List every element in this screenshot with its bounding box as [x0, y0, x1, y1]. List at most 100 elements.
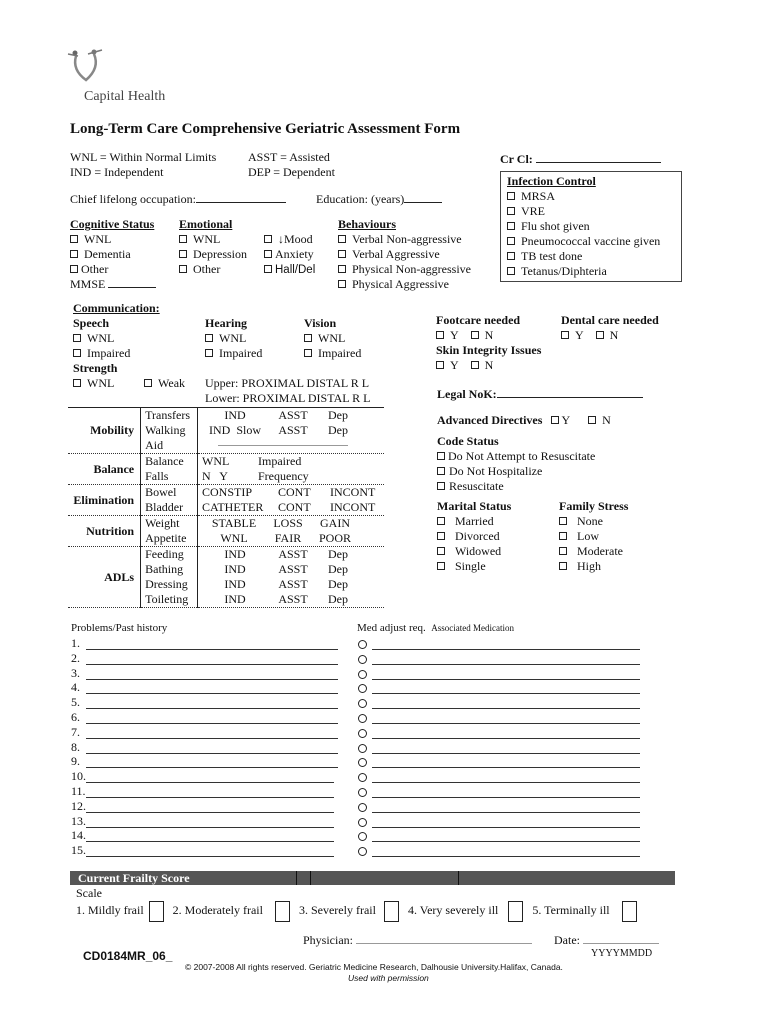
medication-line[interactable]	[372, 726, 640, 739]
checkbox-icon[interactable]	[507, 222, 515, 230]
infection-item[interactable]: Flu shot given	[507, 219, 675, 234]
assessment-option[interactable]: Dep	[318, 577, 358, 592]
problem-line[interactable]	[86, 711, 338, 724]
assessment-options[interactable]: WNL Impaired	[198, 454, 385, 470]
medication-line[interactable]	[372, 711, 640, 724]
assessment-option[interactable]: Dep	[318, 408, 358, 423]
checkbox-icon[interactable]	[70, 235, 78, 243]
checkbox-icon[interactable]	[205, 349, 213, 357]
med-adjust-radio-icon[interactable]	[358, 788, 367, 797]
problem-line[interactable]	[86, 755, 338, 769]
family-stress-item[interactable]: High	[559, 559, 628, 574]
assessment-option[interactable]: WNL	[202, 454, 258, 469]
checkbox-icon[interactable]	[70, 250, 78, 258]
hearing-item[interactable]: WNL	[205, 331, 262, 346]
frailty-checkbox[interactable]	[508, 901, 524, 922]
hearing-item[interactable]: Impaired	[205, 346, 262, 361]
behaviour-item[interactable]: Verbal Non-aggressive	[338, 232, 471, 247]
assessment-options[interactable]: N Y Frequency	[198, 469, 385, 485]
frailty-checkbox[interactable]	[621, 901, 637, 922]
marital-item[interactable]: Widowed	[437, 544, 511, 559]
med-adjust-radio-icon[interactable]	[358, 699, 367, 709]
cognitive-item[interactable]: WNL	[70, 232, 156, 247]
marital-item[interactable]: Single	[437, 559, 511, 574]
assessment-options[interactable]: IND ASST Dep	[198, 577, 385, 592]
assessment-option[interactable]: WNL	[202, 531, 266, 546]
assessment-option[interactable]: Dep	[318, 423, 358, 438]
behaviour-item[interactable]: Verbal Aggressive	[338, 247, 471, 262]
problem-line[interactable]	[86, 785, 334, 798]
checkbox-icon[interactable]	[507, 192, 515, 200]
assessment-option[interactable]: CONT	[278, 485, 330, 500]
assessment-option[interactable]: Dep	[318, 592, 358, 607]
med-adjust-radio-icon[interactable]	[358, 728, 367, 738]
frailty-checkbox[interactable]	[274, 901, 290, 922]
checkbox-icon[interactable]	[264, 235, 272, 243]
assessment-option[interactable]: ASST	[268, 592, 318, 607]
checkbox-icon[interactable]	[304, 349, 312, 357]
problem-line[interactable]	[86, 667, 338, 680]
vision-item[interactable]: Impaired	[304, 346, 361, 361]
checkbox-icon[interactable]	[437, 547, 445, 555]
frailty-option[interactable]: 4. Very severely ill	[408, 901, 529, 922]
frailty-option[interactable]: 3. Severely frail	[299, 901, 405, 922]
checkbox-icon[interactable]	[588, 416, 597, 424]
assessment-option[interactable]: Dep	[318, 562, 358, 577]
medication-line[interactable]	[372, 770, 640, 784]
checkbox-icon[interactable]	[338, 265, 346, 273]
med-adjust-radio-icon[interactable]	[358, 640, 367, 649]
assessment-option[interactable]: CONSTIP	[202, 485, 278, 500]
strength-item[interactable]: Weak	[144, 376, 185, 391]
checkbox-icon[interactable]	[437, 482, 445, 490]
checkbox-icon[interactable]	[470, 361, 479, 369]
assessment-options[interactable]: IND ASST Dep	[198, 562, 385, 577]
problem-line[interactable]	[86, 844, 334, 858]
strength-item[interactable]: WNL	[73, 376, 130, 391]
frailty-checkbox[interactable]	[148, 901, 164, 922]
checkbox-icon[interactable]	[179, 235, 187, 243]
checkbox-icon[interactable]	[507, 207, 515, 215]
assessment-option[interactable]: ASST	[268, 423, 318, 438]
behaviour-item[interactable]: Physical Non-aggressive	[338, 262, 471, 277]
med-adjust-radio-icon[interactable]	[358, 669, 367, 679]
checkbox-icon[interactable]	[507, 267, 515, 275]
assessment-options[interactable]: STABLE LOSS GAIN	[198, 516, 385, 532]
assessment-option[interactable]: N Y	[202, 469, 258, 484]
family-stress-item[interactable]: Low	[559, 529, 628, 544]
assessment-option[interactable]: Dep	[318, 547, 358, 562]
cognitive-item[interactable]: Other	[70, 262, 156, 277]
medication-line[interactable]	[372, 829, 640, 843]
infection-item[interactable]: MRSA	[507, 189, 675, 204]
assessment-option[interactable]: CONT	[278, 500, 330, 515]
medication-line[interactable]	[372, 815, 640, 828]
speech-item[interactable]: WNL	[73, 331, 130, 346]
assessment-option[interactable]: INCONT	[330, 485, 380, 500]
assessment-options[interactable]	[198, 438, 385, 454]
vision-item[interactable]: WNL	[304, 331, 361, 346]
assessment-option[interactable]: IND	[202, 592, 268, 607]
assessment-option[interactable]: IND	[202, 547, 268, 562]
problem-line[interactable]	[86, 770, 334, 784]
emotional-item[interactable]: Other	[179, 262, 247, 277]
med-adjust-radio-icon[interactable]	[358, 714, 367, 723]
med-adjust-radio-icon[interactable]	[358, 817, 367, 827]
infection-item[interactable]: Tetanus/Diphteria	[507, 264, 675, 279]
assessment-option[interactable]: IND	[202, 408, 268, 423]
checkbox-icon[interactable]	[73, 349, 81, 357]
emotional-item[interactable]: ↓Mood	[264, 232, 315, 247]
code-status-item[interactable]: Resuscitate	[437, 479, 595, 494]
assessment-options[interactable]: CONSTIP CONT INCONT	[198, 485, 385, 501]
checkbox-icon[interactable]	[437, 452, 445, 460]
med-adjust-radio-icon[interactable]	[358, 773, 367, 783]
checkbox-icon[interactable]	[559, 517, 567, 525]
checkbox-icon[interactable]	[437, 562, 445, 570]
assessment-option[interactable]: IND	[202, 562, 268, 577]
medication-line[interactable]	[372, 844, 640, 858]
checkbox-icon[interactable]	[179, 265, 187, 273]
checkbox-icon[interactable]	[338, 280, 346, 288]
assessment-options[interactable]: CATHETER CONT INCONT	[198, 500, 385, 516]
emotional-item[interactable]: WNL	[179, 232, 247, 247]
assessment-options[interactable]: IND ASST Dep	[198, 408, 385, 423]
checkbox-icon[interactable]	[436, 331, 444, 339]
assessment-option[interactable]: Frequency	[258, 469, 338, 484]
